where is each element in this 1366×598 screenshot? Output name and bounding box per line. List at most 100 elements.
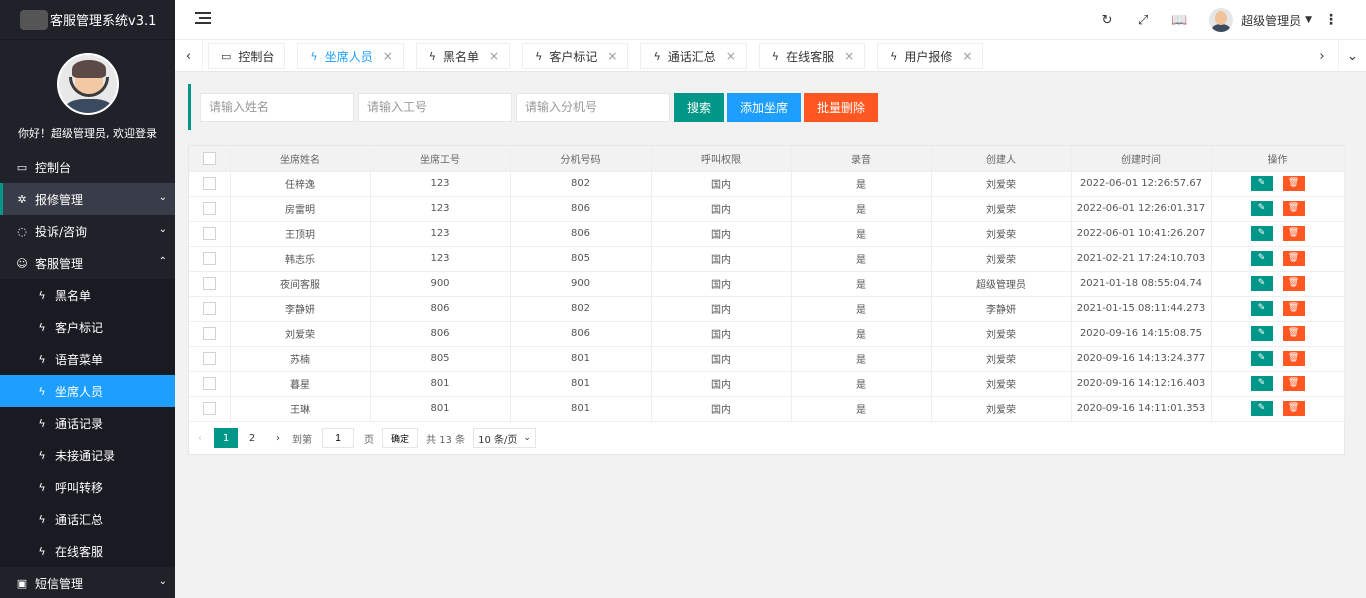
tab-blacklist[interactable]: ϟ 黑名单 × <box>415 43 511 69</box>
table-row[interactable]: 韩志乐 123 805 国内是刘爱荣 2021-02-21 17:24:10.703 ✎ 🗑 <box>189 246 1345 272</box>
close-icon[interactable]: × <box>383 49 393 63</box>
tab-customer-tag[interactable]: ϟ 客户标记 × <box>522 43 629 69</box>
row-checkbox[interactable] <box>202 277 216 290</box>
trash-icon[interactable]: 🗑 <box>1282 301 1305 316</box>
column-header[interactable]: 呼叫权限 <box>651 146 792 172</box>
table-row[interactable]: 李静妍 806 802 国内是李静妍 2021-01-15 08:11:44.273 ✎ 🗑 <box>189 296 1345 322</box>
id-search-input[interactable] <box>358 92 512 122</box>
trash-icon[interactable]: 🗑 <box>1282 326 1305 341</box>
sidebar-item-voice-menu[interactable]: ϟ 语音菜单 <box>0 343 175 375</box>
edit-icon[interactable]: ✎ <box>1250 276 1273 291</box>
caret-down-icon[interactable]: ▼ <box>1305 15 1312 25</box>
table-row[interactable]: 暮星 801 801 国内是刘爱荣 2020-09-16 14:12:16.403 ✎ 🗑 <box>189 371 1345 397</box>
next-page-button[interactable]: › <box>266 428 290 448</box>
sidebar-item-complaint[interactable]: ◌ 投诉/咨询 ⌄ <box>0 215 175 247</box>
close-icon[interactable]: × <box>726 49 736 63</box>
sidebar-item-call-forward[interactable]: ϟ 呼叫转移 <box>0 471 175 503</box>
goto-confirm-button[interactable]: 确定 <box>382 428 419 448</box>
sidebar-item-online-service[interactable]: ϟ 在线客服 <box>0 535 175 567</box>
row-checkbox[interactable] <box>202 177 216 190</box>
sidebar-item-call-log[interactable]: ϟ 通话记录 <box>0 407 175 439</box>
sidebar-item-sms[interactable]: ▣ 短信管理 ⌄ <box>0 567 175 598</box>
tab-user-repair[interactable]: ϟ 用户报修 × <box>877 43 984 69</box>
trash-icon[interactable]: 🗑 <box>1282 376 1305 391</box>
row-checkbox[interactable] <box>202 352 216 365</box>
row-checkbox[interactable] <box>202 377 216 390</box>
sidebar-item-missed-calls[interactable]: ϟ 未接通记录 <box>0 439 175 471</box>
table-row[interactable]: 夜间客服 900 900 国内是超级管理员 2021-01-18 08:55:04.74… <box>189 271 1345 297</box>
sidebar-item-customer-tag[interactable]: ϟ 客户标记 <box>0 311 175 343</box>
trash-icon[interactable]: 🗑 <box>1282 251 1305 266</box>
select-all-checkbox[interactable] <box>202 151 216 165</box>
row-checkbox[interactable] <box>202 227 216 240</box>
column-header[interactable]: 录音 <box>791 146 932 172</box>
row-checkbox[interactable] <box>202 252 216 265</box>
batch-delete-button[interactable]: 批量删除 <box>804 92 879 122</box>
tab-agents[interactable]: ϟ 坐席人员 × <box>297 43 404 69</box>
sidebar-item-repair[interactable]: ✲ 报修管理 ⌄ <box>0 183 175 215</box>
edit-icon[interactable]: ✎ <box>1250 176 1273 191</box>
admin-name[interactable]: 超级管理员 <box>1241 12 1301 29</box>
column-header[interactable]: 创建时间 <box>1071 146 1212 172</box>
edit-icon[interactable]: ✎ <box>1250 351 1273 366</box>
trash-icon[interactable]: 🗑 <box>1282 401 1305 416</box>
more-vertical-icon[interactable]: ⋮ <box>1324 12 1338 28</box>
table-row[interactable]: 任梓逸 123 802 国内是刘爱荣 2022-06-01 12:26:57.67 ✎ 🗑 <box>189 171 1345 197</box>
table-row[interactable]: 苏楠 805 801 国内是刘爱荣 2020-09-16 14:13:24.377 ✎ 🗑 <box>189 346 1345 372</box>
page-button[interactable]: 2 <box>240 428 264 448</box>
trash-icon[interactable]: 🗑 <box>1282 351 1305 366</box>
table-row[interactable]: 王琳 801 801 国内是刘爱荣 2020-09-16 14:11:01.353 ✎ 🗑 <box>189 396 1345 422</box>
table-row[interactable]: 王顶玥 123 806 国内是刘爱荣 2022-06-01 10:41:26.207 ✎ 🗑 <box>189 221 1345 247</box>
close-icon[interactable]: × <box>962 49 972 63</box>
avatar[interactable] <box>56 53 119 115</box>
page-size-select[interactable]: 10 条/页 ⌄ <box>473 428 536 448</box>
sidebar-item-call-summary[interactable]: ϟ 通话汇总 <box>0 503 175 535</box>
refresh-icon[interactable]: ↻ <box>1089 13 1125 28</box>
sidebar-item-agents[interactable]: ϟ 坐席人员 <box>0 375 175 407</box>
column-header[interactable]: 分机号码 <box>510 146 652 172</box>
page-button[interactable]: 1 <box>214 428 238 448</box>
edit-icon[interactable]: ✎ <box>1250 251 1273 266</box>
edit-icon[interactable]: ✎ <box>1250 201 1273 216</box>
edit-icon[interactable]: ✎ <box>1250 301 1273 316</box>
book-icon[interactable]: 📖 <box>1161 13 1197 28</box>
tab-online-service[interactable]: ϟ 在线客服 × <box>758 43 866 69</box>
name-search-input[interactable] <box>200 92 354 122</box>
row-checkbox[interactable] <box>202 327 216 340</box>
edit-icon[interactable]: ✎ <box>1250 376 1273 391</box>
add-agent-button[interactable]: 添加坐席 <box>727 92 802 122</box>
trash-icon[interactable]: 🗑 <box>1282 201 1305 216</box>
column-header[interactable]: 创建人 <box>931 146 1072 172</box>
close-icon[interactable]: × <box>489 49 499 63</box>
close-icon[interactable]: × <box>844 49 854 63</box>
tabs-prev-icon[interactable]: ‹ <box>175 40 203 72</box>
tab-console[interactable]: ▭ 控制台 <box>208 43 286 69</box>
column-header[interactable]: 坐席姓名 <box>230 146 371 172</box>
edit-icon[interactable]: ✎ <box>1250 326 1273 341</box>
table-row[interactable]: 刘爱荣 806 806 国内是刘爱荣 2020-09-16 14:15:08.75 ✎ 🗑 <box>189 321 1345 347</box>
goto-page-input[interactable] <box>322 428 354 448</box>
trash-icon[interactable]: 🗑 <box>1282 226 1305 241</box>
ext-search-input[interactable] <box>516 92 670 122</box>
column-header[interactable]: 坐席工号 <box>370 146 511 172</box>
sidebar-item-console[interactable]: ▭ 控制台 <box>0 151 175 183</box>
table-row[interactable]: 房雷明 123 806 国内是刘爱荣 2022-06-01 12:26:01.317 ✎ 🗑 <box>189 196 1345 222</box>
close-icon[interactable]: × <box>607 49 617 63</box>
row-checkbox[interactable] <box>202 202 216 215</box>
search-button[interactable]: 搜索 <box>674 92 725 122</box>
avatar[interactable] <box>1209 8 1234 32</box>
menu-toggle-icon[interactable] <box>195 12 211 28</box>
sidebar-item-service[interactable]: ☺ 客服管理 ⌃ <box>0 247 175 279</box>
edit-icon[interactable]: ✎ <box>1250 401 1273 416</box>
fullscreen-icon[interactable]: ⤢ <box>1125 13 1161 28</box>
prev-page-button[interactable]: ‹ <box>188 428 212 448</box>
trash-icon[interactable]: 🗑 <box>1282 176 1305 191</box>
edit-icon[interactable]: ✎ <box>1250 226 1273 241</box>
sidebar-item-blacklist[interactable]: ϟ 黑名单 <box>0 279 175 311</box>
trash-icon[interactable]: 🗑 <box>1282 276 1305 291</box>
tab-call-summary[interactable]: ϟ 通话汇总 × <box>640 43 747 69</box>
chevron-down-icon[interactable]: ⌄ <box>1338 40 1366 72</box>
tabs-next-icon[interactable]: › <box>1308 40 1336 72</box>
row-checkbox[interactable] <box>202 402 216 415</box>
row-checkbox[interactable] <box>202 302 216 315</box>
